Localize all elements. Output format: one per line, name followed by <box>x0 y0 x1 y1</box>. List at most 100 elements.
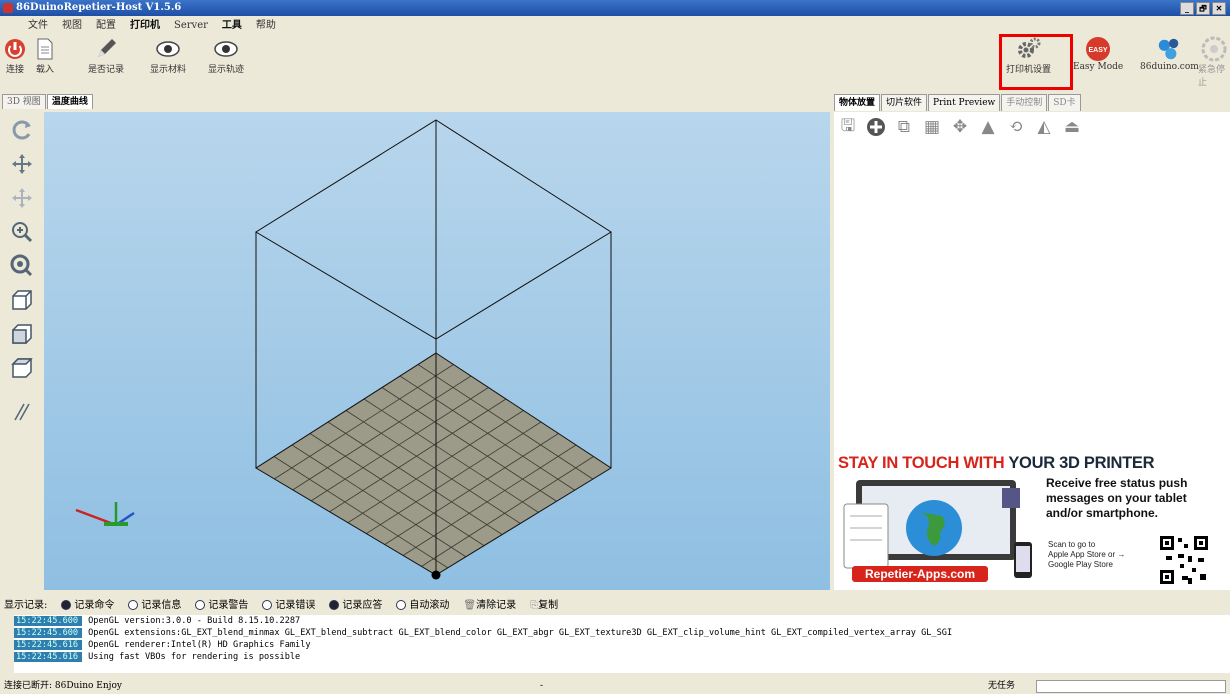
site-logo-icon <box>1156 36 1182 62</box>
connect-button[interactable]: 连接 <box>2 36 28 75</box>
radio-icon <box>329 600 340 610</box>
move-icon[interactable] <box>8 150 36 178</box>
zoom-fit-icon[interactable] <box>8 252 36 280</box>
copy-icon: ⎘ <box>530 599 539 611</box>
easy-badge-icon: EASY <box>1085 36 1111 62</box>
restore-button[interactable]: 🗗 <box>1196 2 1210 15</box>
show-material-button[interactable]: 显示材料 <box>150 36 186 75</box>
view-front-icon[interactable] <box>8 320 36 348</box>
log-errors-option[interactable]: 记录错误 <box>262 596 315 611</box>
menu-file[interactable]: 文件 <box>28 17 48 35</box>
rotate-object-icon[interactable]: ⟲ <box>1006 116 1026 138</box>
menu-bar: 文件 视图 配置 打印机 Server 工具 帮助 <box>0 17 1230 35</box>
eye-icon <box>155 36 181 62</box>
rotate-icon[interactable] <box>8 116 36 144</box>
ad-scan-3: Google Play Store <box>1048 560 1113 569</box>
tab-temperature-curve[interactable]: 温度曲线 <box>46 94 93 109</box>
eye-icon <box>213 36 239 62</box>
parallel-view-icon[interactable] <box>8 398 36 426</box>
right-panel: 物体放置 切片软件 Print Preview 手动控制 SD卡 🖫 ⧉ ▦ ✥… <box>834 94 1230 590</box>
view-tabs: 3D 视图 温度曲线 <box>2 94 94 110</box>
ad-title: STAY IN TOUCH WITH YOUR 3D PRINTER <box>838 454 1228 473</box>
view-iso-icon[interactable] <box>8 286 36 314</box>
log-timestamp: 15:22:45.600 <box>14 628 83 638</box>
clear-log-button[interactable]: 🗑清除记录 <box>463 596 516 611</box>
progress-bar <box>1036 680 1226 693</box>
autoposition-icon[interactable]: ▦ <box>922 116 942 138</box>
copy-object-icon[interactable]: ⧉ <box>894 116 914 138</box>
log-info-option[interactable]: 记录信息 <box>128 596 181 611</box>
move-object-icon[interactable] <box>8 184 36 212</box>
website-button[interactable]: 86duino.com <box>1140 36 1199 72</box>
menu-config[interactable]: 配置 <box>96 17 116 35</box>
cut-object-icon[interactable]: ◭ <box>1034 116 1054 138</box>
tab-slicer[interactable]: 切片软件 <box>881 94 928 111</box>
repetier-apps-ad[interactable]: STAY IN TOUCH WITH YOUR 3D PRINTER Repet… <box>838 454 1228 588</box>
log-toggle-button[interactable]: 是否记录 <box>88 36 124 75</box>
autoscroll-option[interactable]: 自动滚动 <box>396 596 449 611</box>
scale-icon[interactable]: ▲ <box>978 116 998 138</box>
load-button[interactable]: 载入 <box>32 36 58 75</box>
mirror-object-icon[interactable]: ⏏ <box>1062 116 1082 138</box>
menu-printer[interactable]: 打印机 <box>130 17 160 35</box>
close-button[interactable]: ✕ <box>1212 2 1226 15</box>
log-errors-label: 记录错误 <box>275 599 316 611</box>
ad-scan-text: Scan to go to Apple App Store or → Googl… <box>1048 540 1125 570</box>
ad-title-dark: YOUR 3D PRINTER <box>1008 454 1155 472</box>
load-label: 载入 <box>35 65 54 75</box>
show-material-label: 显示材料 <box>150 65 187 75</box>
log-acks-option[interactable]: 记录应答 <box>329 596 382 611</box>
3d-viewport[interactable] <box>44 112 830 590</box>
log-commands-option[interactable]: 记录命令 <box>61 596 114 611</box>
tab-manual-control[interactable]: 手动控制 <box>1001 94 1048 111</box>
tab-object-placement[interactable]: 物体放置 <box>834 94 881 111</box>
log-output[interactable]: 15:22:45.600 OpenGL version:3.0.0 - Build… <box>14 615 1230 673</box>
job-status: 无任务 <box>988 681 1016 691</box>
log-message: Using fast VBOs for rendering is possibl… <box>88 652 301 662</box>
easy-mode-button[interactable]: EASY Easy Mode <box>1073 36 1123 72</box>
log-label: 显示记录: <box>4 599 48 611</box>
website-label: 86duino.com <box>1140 62 1199 72</box>
add-object-icon[interactable] <box>866 116 886 138</box>
log-timestamp: 15:22:45.600 <box>14 616 83 626</box>
ad-scan-1: Scan to go to <box>1048 540 1096 549</box>
trash-icon: 🗑 <box>463 599 477 611</box>
log-warnings-option[interactable]: 记录警告 <box>195 596 248 611</box>
ad-scan-2: Apple App Store or → <box>1048 550 1126 559</box>
qr-code-icon <box>1158 534 1210 586</box>
connect-label: 连接 <box>5 65 24 75</box>
log-line: 15:22:45.616 Using fast VBOs for renderin… <box>14 651 1230 663</box>
menu-help[interactable]: 帮助 <box>256 17 276 35</box>
easy-mode-label: Easy Mode <box>1073 62 1124 72</box>
copy-log-button[interactable]: ⎘复制 <box>530 596 558 611</box>
log-toggle-label: 是否记录 <box>88 65 125 75</box>
show-path-label: 显示轨迹 <box>208 65 245 75</box>
save-icon[interactable]: 🖫 <box>838 116 858 138</box>
log-message: OpenGL renderer:Intel(R) HD Graphics Fam… <box>88 640 311 650</box>
power-icon <box>2 36 28 62</box>
log-panel: 显示记录: 记录命令 记录信息 记录警告 记录错误 记录应答 自动滚动 🗑清除记… <box>0 593 1230 675</box>
menu-view[interactable]: 视图 <box>62 17 82 35</box>
menu-tools[interactable]: 工具 <box>222 17 242 35</box>
log-acks-label: 记录应答 <box>342 599 383 611</box>
axis-gizmo-icon <box>75 502 135 527</box>
menu-server[interactable]: Server <box>174 17 208 35</box>
log-info-label: 记录信息 <box>141 599 182 611</box>
zoom-in-icon[interactable] <box>8 218 36 246</box>
emergency-stop-button[interactable]: 紧急停止 <box>1198 36 1230 88</box>
log-commands-label: 记录命令 <box>74 599 115 611</box>
tab-sd-card[interactable]: SD卡 <box>1048 94 1081 111</box>
view-top-icon[interactable] <box>8 354 36 382</box>
emergency-stop-label: 紧急停止 <box>1198 65 1226 88</box>
center-object-icon[interactable]: ✥ <box>950 116 970 138</box>
show-path-button[interactable]: 显示轨迹 <box>208 36 244 75</box>
ad-devices-illustration: Repetier-Apps.com <box>843 480 1032 582</box>
tab-print-preview[interactable]: Print Preview <box>928 94 1001 111</box>
minimize-button[interactable]: _ <box>1180 2 1194 15</box>
log-line: 15:22:45.616 OpenGL renderer:Intel(R) HD … <box>14 639 1230 651</box>
printer-volume <box>75 119 612 580</box>
ad-text: Receive free status push messages on you… <box>1046 476 1187 521</box>
tab-3d-view[interactable]: 3D 视图 <box>2 94 46 109</box>
status-bar: 连接已断开: 86Duino Enjoy - 无任务 <box>0 678 1230 694</box>
easy-badge-text: EASY <box>1089 47 1108 54</box>
